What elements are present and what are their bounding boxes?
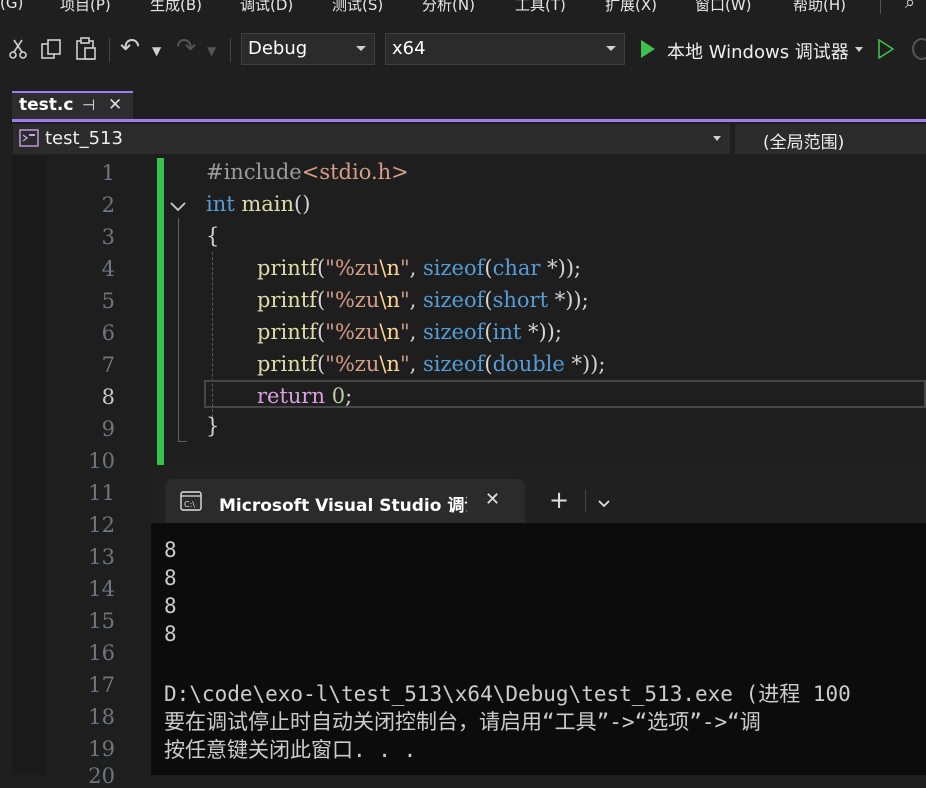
line-number: 10 xyxy=(88,449,115,473)
console-tab-separator xyxy=(585,490,586,512)
outline-guide-end xyxy=(178,441,187,442)
menu-item-analyze[interactable]: 分析(N) xyxy=(422,0,475,15)
code-line-9: } xyxy=(206,414,220,438)
code-line-8: return 0; xyxy=(257,384,353,408)
menu-item-tools[interactable]: 工具(T) xyxy=(515,0,566,15)
chevron-down-icon xyxy=(713,136,721,141)
console-app-icon: C:\ xyxy=(180,491,202,515)
menu-item-help[interactable]: 帮助(H) xyxy=(793,0,846,15)
line-number: 2 xyxy=(101,193,115,217)
line-number: 20 xyxy=(88,764,115,788)
chevron-down-icon xyxy=(855,47,863,52)
toolbar-separator xyxy=(230,38,231,62)
menu-item-debug[interactable]: 调试(D) xyxy=(240,0,293,15)
start-debugging-button[interactable]: 本地 Windows 调试器 xyxy=(636,36,868,64)
chevron-down-icon xyxy=(356,46,366,51)
line-number: 11 xyxy=(88,481,115,505)
platform-select[interactable]: x64 xyxy=(385,33,625,65)
line-number: 5 xyxy=(101,289,115,313)
code-line-4: printf("%zu\n", sizeof(char *)); xyxy=(257,256,582,280)
code-line-3: { xyxy=(206,224,220,248)
line-number: 12 xyxy=(88,513,115,537)
line-number: 16 xyxy=(88,641,115,665)
console-press-key-message: 按任意键关闭此窗口. . . xyxy=(164,738,417,762)
toolbar-separator xyxy=(109,38,110,62)
undo-icon[interactable]: ↶ xyxy=(120,35,140,59)
platform-value: x64 xyxy=(392,38,426,59)
undo-dropdown-icon[interactable]: ▼ xyxy=(152,40,161,62)
close-icon[interactable]: ✕ xyxy=(108,95,122,115)
close-icon[interactable]: ✕ xyxy=(485,489,500,510)
svg-text:C:\: C:\ xyxy=(184,500,195,509)
menu-separator xyxy=(880,0,881,14)
menu-item-project[interactable]: 项目(P) xyxy=(60,0,111,15)
menu-item-extensions[interactable]: 扩展(X) xyxy=(605,0,657,15)
indicator-margin xyxy=(12,156,46,775)
pin-icon[interactable]: ⊣ xyxy=(82,96,95,114)
console-tab[interactable]: C:\ Microsoft Visual Studio 调试控 ✕ xyxy=(165,479,525,523)
line-number: 4 xyxy=(101,257,115,281)
outline-guide xyxy=(178,218,179,442)
line-number: 18 xyxy=(88,705,115,729)
change-tracking-bar xyxy=(157,158,164,465)
line-number: 15 xyxy=(88,609,115,633)
menu-item-test[interactable]: 测试(S) xyxy=(332,0,383,15)
start-debugging-label: 本地 Windows 调试器 xyxy=(667,42,849,63)
line-number: 7 xyxy=(101,353,115,377)
tab-test-c[interactable]: test.c ⊣ ✕ xyxy=(12,91,133,121)
redo-icon: ↷ xyxy=(176,33,197,61)
document-tab-strip xyxy=(0,86,926,122)
line-number: 1 xyxy=(101,161,115,185)
scope-dropdown[interactable]: (全局范围) xyxy=(735,124,926,154)
project-icon xyxy=(19,129,39,151)
console-title: Microsoft Visual Studio 调试控 xyxy=(219,496,467,516)
code-line-6: printf("%zu\n", sizeof(int *)); xyxy=(257,320,562,344)
tab-dropdown-chevron-icon[interactable] xyxy=(597,494,611,513)
line-number: 14 xyxy=(88,577,115,601)
search-icon[interactable]: ⌕ xyxy=(905,0,915,13)
tab-label: test.c xyxy=(19,95,74,115)
console-output-line: 8 xyxy=(164,566,177,590)
menu-bar: (G) 项目(P) 生成(B) 调试(D) 测试(S) 分析(N) 工具(T) … xyxy=(0,0,926,16)
line-number: 17 xyxy=(88,673,115,697)
console-hint-message: 要在调试停止时自动关闭控制台，请启用“工具”->“选项”->“调 xyxy=(164,710,761,734)
console-output-line: 8 xyxy=(164,622,177,646)
code-line-1: #include<stdio.h> xyxy=(206,160,409,184)
play-icon xyxy=(640,39,656,63)
project-name: test_513 xyxy=(45,128,123,149)
line-number: 9 xyxy=(101,417,115,441)
code-line-7: printf("%zu\n", sizeof(double *)); xyxy=(257,352,606,376)
line-number: 6 xyxy=(101,321,115,345)
configuration-value: Debug xyxy=(248,38,308,59)
console-exit-message: D:\code\exo-l\test_513\x64\Debug\test_51… xyxy=(164,682,851,706)
start-without-debugging-icon[interactable] xyxy=(878,38,895,63)
code-line-2: int main() xyxy=(206,192,311,216)
new-tab-button[interactable]: + xyxy=(549,486,569,514)
line-number-current: 8 xyxy=(101,385,115,409)
menu-item-window[interactable]: 窗口(W) xyxy=(695,0,752,15)
line-number: 19 xyxy=(88,737,115,761)
hot-reload-icon xyxy=(912,38,926,60)
cut-icon[interactable] xyxy=(8,38,28,64)
redo-dropdown-icon: ▼ xyxy=(207,44,217,58)
line-number: 3 xyxy=(101,225,115,249)
menu-item-git[interactable]: (G) xyxy=(0,0,23,12)
menu-item-build[interactable]: 生成(B) xyxy=(150,0,202,15)
console-output-line: 8 xyxy=(164,594,177,618)
line-number: 13 xyxy=(88,545,115,569)
paste-icon[interactable] xyxy=(75,37,97,65)
scope-name: (全局范围) xyxy=(763,133,845,153)
configuration-select[interactable]: Debug xyxy=(241,33,375,65)
collapse-chevron-icon[interactable] xyxy=(169,198,187,217)
chevron-down-icon xyxy=(606,46,616,51)
copy-icon[interactable] xyxy=(40,38,62,64)
project-dropdown[interactable]: test_513 xyxy=(13,124,730,154)
code-line-5: printf("%zu\n", sizeof(short *)); xyxy=(257,288,589,312)
console-output-line: 8 xyxy=(164,538,177,562)
